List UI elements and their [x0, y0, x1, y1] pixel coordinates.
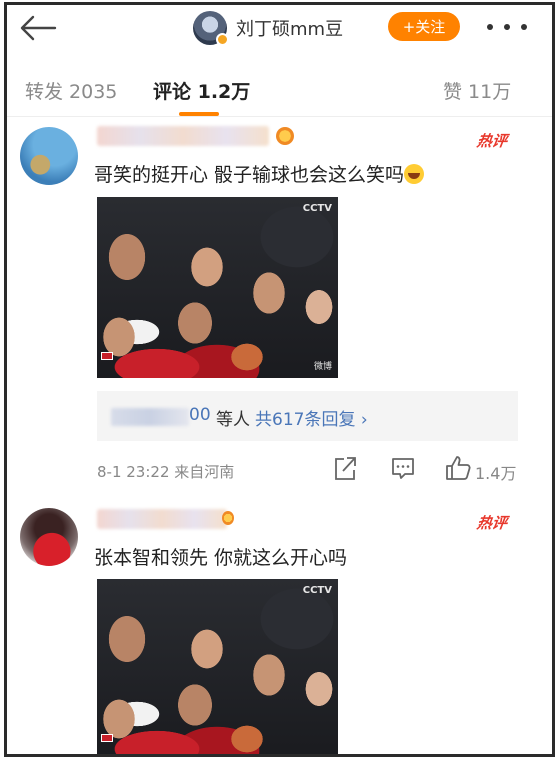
comment-text: 张本智和领先 你就这么开心吗: [94, 547, 348, 569]
phone-frame: 刘丁硕mm豆 +关注 转发 2035 评论 1.2万 赞 11万 热评 哥笑的挺…: [4, 2, 555, 757]
commenter-name-blurred[interactable]: [97, 509, 227, 529]
audience-photo: [97, 579, 338, 754]
broadcaster-logo: CCTV: [302, 585, 332, 596]
commenter-avatar[interactable]: [20, 508, 78, 566]
vip-badge-icon: [222, 511, 234, 525]
comment-item: 热评 张本智和领先 你就这么开心吗 CCTV: [7, 5, 552, 754]
flag-icon: [101, 734, 113, 742]
hot-comment-tag: 热评: [475, 514, 509, 532]
comment-image[interactable]: CCTV: [97, 579, 338, 754]
